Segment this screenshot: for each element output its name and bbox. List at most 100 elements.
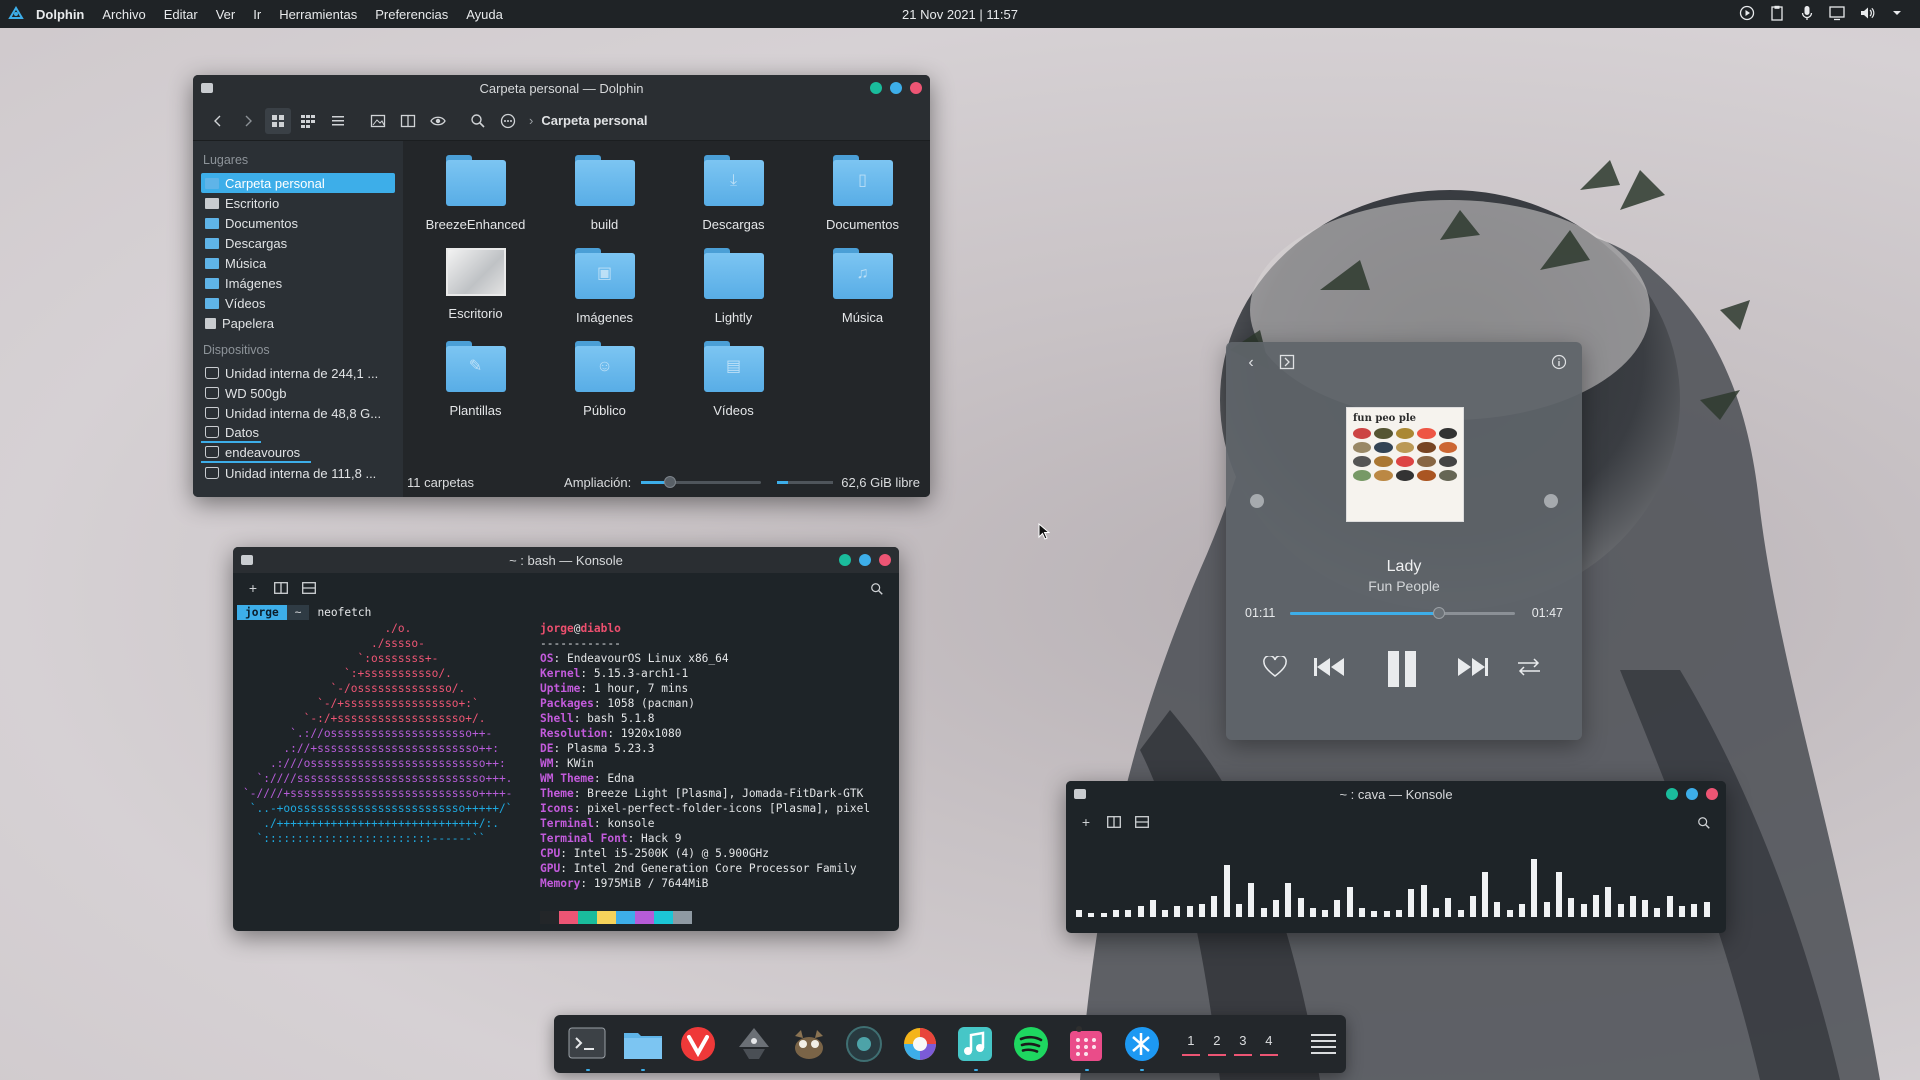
next-album-dot[interactable]	[1544, 494, 1558, 508]
chevron-down-icon[interactable]	[1888, 4, 1906, 22]
back-icon[interactable]: ‹	[1242, 354, 1260, 372]
file-item[interactable]: ♫ Música	[798, 248, 927, 325]
close-button[interactable]	[910, 82, 922, 94]
menu-archivo[interactable]: Archivo	[93, 7, 154, 22]
place-descargas[interactable]: Descargas	[201, 233, 395, 253]
info-icon[interactable]	[1550, 354, 1568, 372]
file-item[interactable]: Lightly	[669, 248, 798, 325]
file-item[interactable]: ▣ Imágenes	[540, 248, 669, 325]
window-icon[interactable]	[201, 83, 213, 93]
volume-icon[interactable]	[1858, 4, 1876, 22]
desktop-4[interactable]: 4	[1259, 1033, 1278, 1056]
preview-button[interactable]	[365, 108, 391, 134]
new-tab-icon[interactable]: +	[1076, 812, 1096, 832]
display-icon[interactable]	[1828, 4, 1846, 22]
music-app-icon[interactable]	[952, 1020, 998, 1071]
place-musica[interactable]: Música	[201, 253, 395, 273]
file-item[interactable]: ☺ Público	[540, 341, 669, 418]
menu-ver[interactable]: Ver	[207, 7, 245, 22]
gimp-icon[interactable]	[786, 1020, 832, 1068]
previous-album-dot[interactable]	[1250, 494, 1264, 508]
seek-bar-handle[interactable]	[1432, 607, 1445, 619]
window-icon[interactable]	[1074, 789, 1086, 799]
konsole-icon[interactable]	[564, 1020, 610, 1071]
file-item[interactable]: ⤓ Descargas	[669, 155, 798, 232]
menu-herramientas[interactable]: Herramientas	[270, 7, 366, 22]
heart-icon[interactable]	[1262, 654, 1288, 680]
place-carpeta-personal[interactable]: Carpeta personal	[201, 173, 395, 193]
back-button[interactable]	[205, 108, 231, 134]
forward-button[interactable]	[235, 108, 261, 134]
obs-icon[interactable]	[841, 1020, 887, 1068]
more-options-icon[interactable]	[495, 108, 521, 134]
search-icon[interactable]	[465, 108, 491, 134]
close-button[interactable]	[1706, 788, 1718, 800]
minimize-button[interactable]	[1666, 788, 1678, 800]
file-item[interactable]: Escritorio	[411, 248, 540, 325]
close-button[interactable]	[879, 554, 891, 566]
device-item[interactable]: Datos	[201, 423, 261, 443]
zoom-slider[interactable]	[641, 475, 762, 488]
clipboard-icon[interactable]	[1768, 4, 1786, 22]
place-videos[interactable]: Vídeos	[201, 293, 395, 313]
maximize-button[interactable]	[890, 82, 902, 94]
menu-ayuda[interactable]: Ayuda	[457, 7, 512, 22]
new-tab-icon[interactable]: +	[243, 578, 263, 598]
device-item[interactable]: Unidad interna de 48,8 G...	[201, 403, 395, 423]
color-picker-icon[interactable]	[897, 1020, 943, 1068]
vivaldi-icon[interactable]	[675, 1020, 721, 1068]
dolphin-icon[interactable]	[619, 1020, 665, 1071]
search-icon[interactable]	[1694, 813, 1714, 833]
previous-track-icon[interactable]	[1312, 654, 1346, 680]
sidebar-toggle-icon[interactable]	[1278, 354, 1296, 372]
desktop-1[interactable]: 1	[1181, 1033, 1200, 1056]
file-item[interactable]: ▯ Documentos	[798, 155, 927, 232]
file-item[interactable]: ▤ Vídeos	[669, 341, 798, 418]
menu-preferencias[interactable]: Preferencias	[366, 7, 457, 22]
desktop-3[interactable]: 3	[1233, 1033, 1252, 1056]
maximize-button[interactable]	[859, 554, 871, 566]
media-play-icon[interactable]	[1738, 4, 1756, 22]
pomodoro-icon[interactable]	[1063, 1020, 1109, 1071]
next-track-icon[interactable]	[1456, 654, 1490, 680]
dolphin-titlebar[interactable]: Carpeta personal — Dolphin	[193, 75, 930, 101]
split-vertical-icon[interactable]	[299, 578, 319, 598]
split-vertical-icon[interactable]	[1132, 812, 1152, 832]
split-horizontal-icon[interactable]	[271, 578, 291, 598]
icons-view-button[interactable]	[265, 107, 291, 134]
compact-view-button[interactable]	[295, 108, 321, 134]
file-item[interactable]: ✎ Plantillas	[411, 341, 540, 418]
konsole-titlebar[interactable]: ~ : bash — Konsole	[233, 547, 899, 573]
device-item[interactable]: WD 500gb	[201, 383, 395, 403]
file-item[interactable]: BreezeEnhanced	[411, 155, 540, 232]
eye-icon[interactable]	[425, 108, 451, 134]
app-launcher-icon[interactable]	[6, 4, 26, 24]
file-item[interactable]: build	[540, 155, 669, 232]
maximize-button[interactable]	[1686, 788, 1698, 800]
breadcrumb[interactable]: Carpeta personal	[541, 113, 647, 128]
place-escritorio[interactable]: Escritorio	[201, 193, 395, 213]
kde-connect-icon[interactable]	[1118, 1020, 1164, 1071]
menu-ir[interactable]: Ir	[244, 7, 270, 22]
device-item[interactable]: Unidad interna de 244,1 ...	[201, 363, 395, 383]
split-view-button[interactable]	[395, 108, 421, 134]
zoom-slider-handle[interactable]	[664, 475, 677, 488]
minimize-button[interactable]	[870, 82, 882, 94]
device-item[interactable]: Unidad interna de 111,8 ...	[201, 463, 395, 483]
window-icon[interactable]	[241, 555, 253, 565]
hamburger-menu-icon[interactable]	[1310, 1031, 1336, 1057]
seek-bar[interactable]	[1290, 607, 1515, 619]
menu-editar[interactable]: Editar	[155, 7, 207, 22]
cava-titlebar[interactable]: ~ : cava — Konsole	[1066, 781, 1726, 807]
search-icon[interactable]	[867, 579, 887, 599]
repeat-icon[interactable]	[1514, 654, 1544, 680]
place-imagenes[interactable]: Imágenes	[201, 273, 395, 293]
split-horizontal-icon[interactable]	[1104, 812, 1124, 832]
inkscape-icon[interactable]	[730, 1020, 776, 1068]
minimize-button[interactable]	[839, 554, 851, 566]
pause-icon[interactable]	[1380, 647, 1424, 691]
place-documentos[interactable]: Documentos	[201, 213, 395, 233]
file-view[interactable]: BreezeEnhanced build ⤓ Descargas ▯ Documentos…	[403, 141, 930, 497]
microphone-icon[interactable]	[1798, 4, 1816, 22]
device-item[interactable]: endeavouros	[201, 443, 311, 463]
